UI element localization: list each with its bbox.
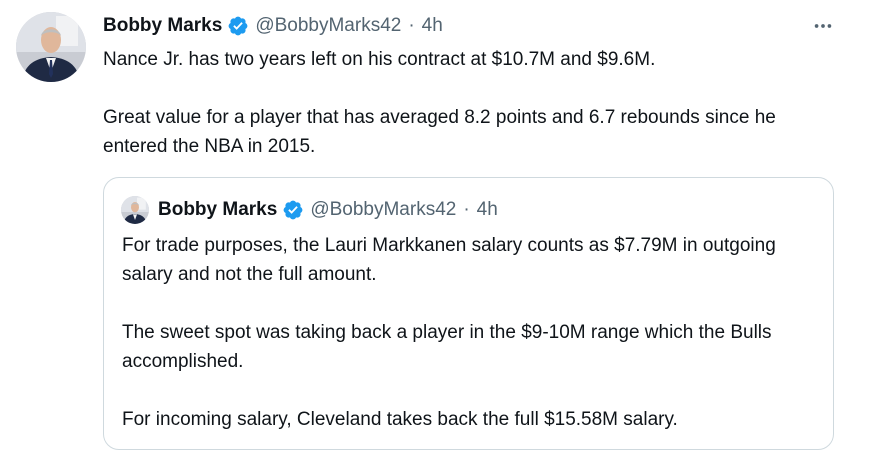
tweet: Bobby Marks @BobbyMarks42 · 4h Nance Jr.… bbox=[0, 0, 881, 459]
author-handle[interactable]: @BobbyMarks42 bbox=[255, 15, 401, 37]
quoted-author-name: Bobby Marks bbox=[158, 199, 278, 220]
tweet-header: Bobby Marks @BobbyMarks42 · 4h bbox=[103, 13, 443, 39]
quoted-tweet-paragraph: For incoming salary, Cleveland takes bac… bbox=[122, 409, 678, 430]
quoted-tweet-card[interactable]: Bobby Marks @BobbyMarks42 · 4h For trade… bbox=[103, 177, 834, 450]
tweet-text-paragraph: Nance Jr. has two years left on his cont… bbox=[103, 49, 656, 70]
quoted-tweet-paragraph: For trade purposes, the Lauri Markkanen … bbox=[122, 235, 776, 285]
quoted-author-handle: @BobbyMarks42 bbox=[310, 199, 457, 220]
verified-badge-icon bbox=[282, 199, 304, 221]
quoted-tweet-paragraph: The sweet spot was taking back a player … bbox=[122, 322, 772, 372]
quoted-author-avatar bbox=[121, 196, 149, 224]
tweet-timestamp[interactable]: 4h bbox=[422, 15, 443, 37]
tweet-text: Nance Jr. has two years left on his cont… bbox=[103, 45, 823, 161]
user-avatar-icon bbox=[121, 196, 149, 224]
verified-badge-icon bbox=[227, 15, 249, 37]
author-avatar[interactable] bbox=[16, 12, 86, 82]
author-name[interactable]: Bobby Marks bbox=[103, 15, 222, 37]
quoted-tweet-text: For trade purposes, the Lauri Markkanen … bbox=[122, 231, 822, 434]
more-options-icon bbox=[814, 24, 832, 28]
more-options-button[interactable] bbox=[808, 12, 838, 40]
quoted-tweet-timestamp: 4h bbox=[476, 199, 498, 220]
quoted-tweet-header: Bobby Marks @BobbyMarks42 · 4h bbox=[121, 196, 498, 224]
user-avatar-icon bbox=[16, 12, 86, 82]
separator-dot: · bbox=[408, 15, 415, 36]
tweet-text-paragraph: Great value for a player that has averag… bbox=[103, 107, 776, 157]
separator-dot: · bbox=[463, 199, 470, 220]
